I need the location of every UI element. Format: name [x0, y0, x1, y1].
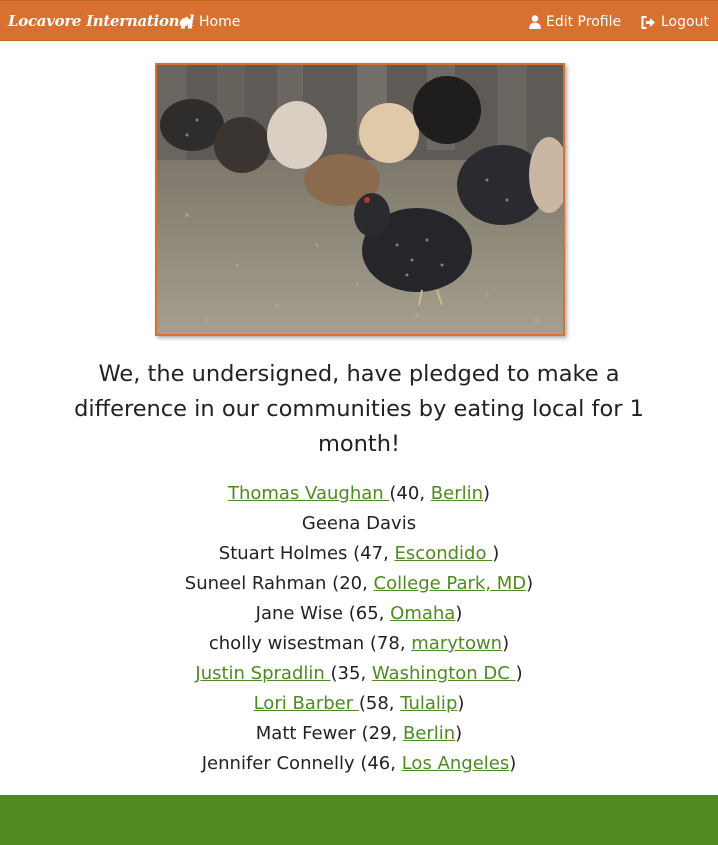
nav-logout-link[interactable]: Logout: [641, 14, 709, 30]
signer-item: Matt Fewer (29, Berlin): [255, 723, 463, 744]
user-icon: [529, 15, 541, 29]
signer-age: 58: [365, 693, 389, 714]
nav-edit-profile-label: Edit Profile: [546, 14, 622, 30]
signers-list: Thomas Vaughan (40, Berlin) Geena Davis St…: [0, 479, 718, 779]
signer-name: Matt Fewer: [255, 723, 356, 744]
signer-name: Suneel Rahman: [184, 573, 327, 594]
signer-item: Thomas Vaughan (40, Berlin): [227, 483, 491, 504]
signer-item: Lori Barber (58, Tulalip): [253, 693, 465, 714]
signer-location-link[interactable]: Washington DC: [372, 663, 516, 684]
nav-home-link[interactable]: Home: [179, 14, 240, 30]
signer-age: 46: [367, 753, 391, 774]
signer-location-link[interactable]: Tulalip: [400, 693, 457, 714]
signer-location-link[interactable]: marytown: [411, 633, 502, 654]
brand-logo-link[interactable]: Locavore International: [8, 12, 194, 30]
nav-edit-profile-link[interactable]: Edit Profile: [529, 14, 621, 30]
signer-name: Jane Wise: [255, 603, 344, 624]
signer-name-link[interactable]: Thomas Vaughan: [228, 483, 389, 504]
top-navbar: Locavore International Home Edit Profile…: [0, 0, 718, 41]
footer-bar: [0, 795, 718, 845]
signer-item: Jennifer Connelly (46, Los Angeles): [201, 753, 517, 774]
signer-name: Jennifer Connelly: [201, 753, 355, 774]
signer-age: 20: [339, 573, 363, 594]
signer-item: Suneel Rahman (20, College Park, MD): [184, 573, 534, 594]
signer-age: 65: [355, 603, 379, 624]
signer-item: cholly wisestman (78, marytown): [208, 633, 510, 654]
signer-item: Stuart Holmes (47, Escondido ): [218, 543, 500, 564]
signer-name: Geena Davis: [301, 513, 417, 534]
signer-age: 29: [368, 723, 392, 744]
signer-location-link[interactable]: Escondido: [395, 543, 493, 564]
signer-location-link[interactable]: Omaha: [390, 603, 455, 624]
signer-location-link[interactable]: Berlin: [431, 483, 483, 504]
signer-item: Jane Wise (65, Omaha): [255, 603, 463, 624]
signer-name: Stuart Holmes: [218, 543, 348, 564]
signer-item: Justin Spradlin (35, Washington DC ): [195, 663, 523, 684]
sign-out-icon: [641, 15, 656, 29]
signer-location-link[interactable]: College Park, MD: [374, 573, 527, 594]
signer-location-link[interactable]: Berlin: [403, 723, 455, 744]
signer-name-link[interactable]: Lori Barber: [254, 693, 359, 714]
signer-age: 35: [337, 663, 361, 684]
signer-location-link[interactable]: Los Angeles: [402, 753, 510, 774]
signer-name: cholly wisestman: [208, 633, 365, 654]
signer-age: 40: [396, 483, 420, 504]
signer-age: 78: [376, 633, 400, 654]
nav-home-label: Home: [199, 14, 241, 30]
signer-item: Geena Davis: [0, 509, 718, 539]
signer-name-link[interactable]: Justin Spradlin: [195, 663, 330, 684]
nav-logout-label: Logout: [661, 14, 709, 30]
pledge-statement: We, the undersigned, have pledged to mak…: [74, 361, 644, 457]
hero-image: [155, 63, 565, 336]
signer-age: 47: [360, 543, 384, 564]
home-icon: [179, 16, 194, 29]
